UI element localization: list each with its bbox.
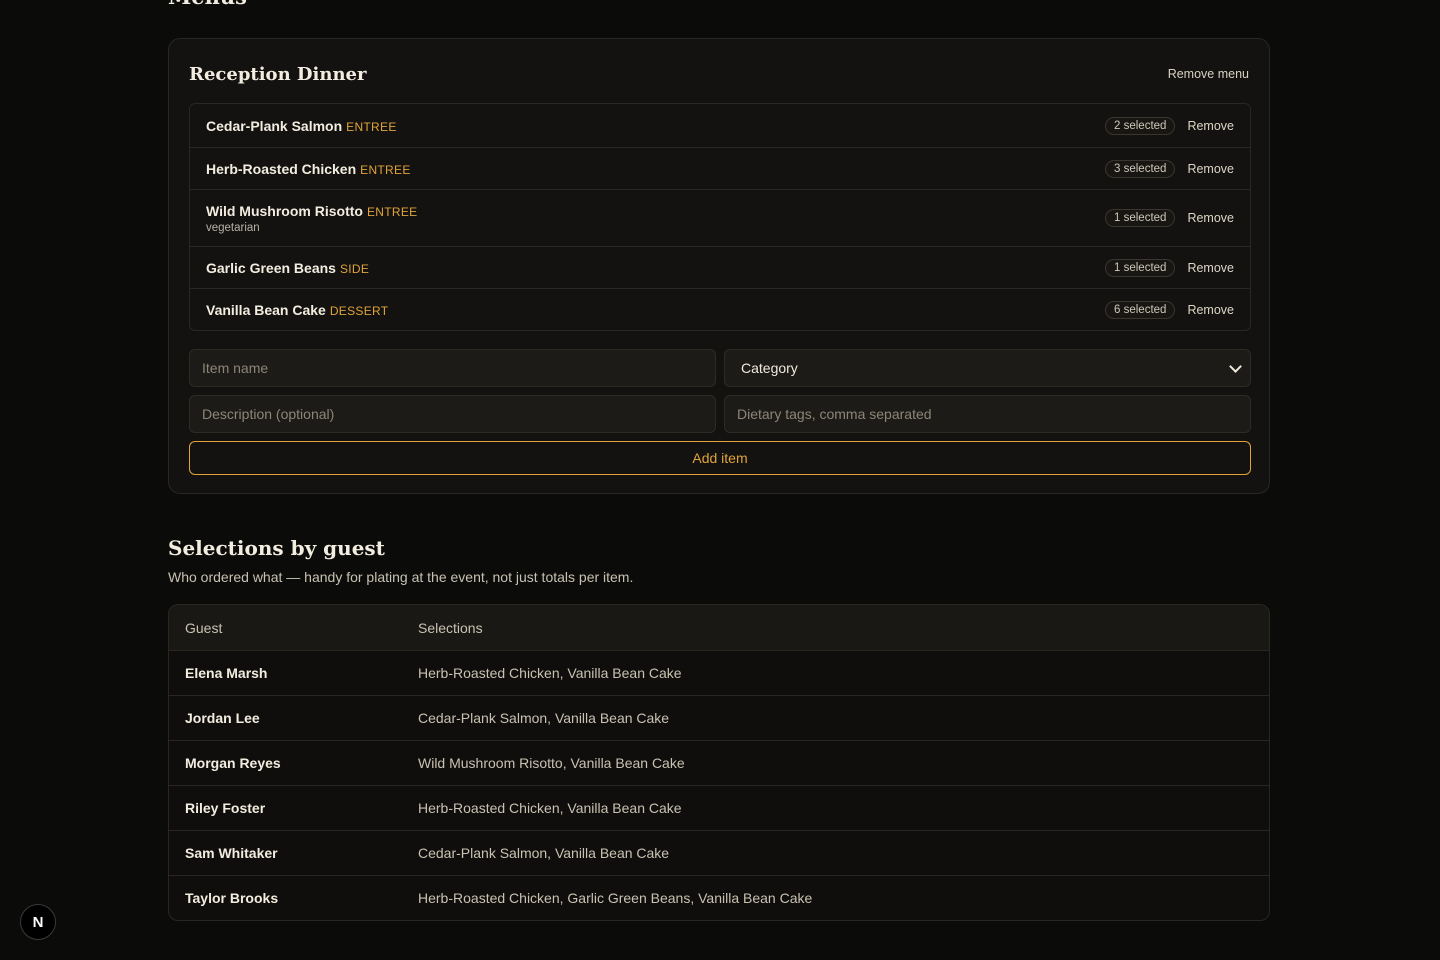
menu-item-category: ENTREE — [346, 119, 397, 134]
guest-selections: Herb-Roasted Chicken, Vanilla Bean Cake — [418, 665, 682, 681]
menus-section-title: Menus — [168, 0, 247, 9]
description-input[interactable] — [189, 395, 716, 433]
menu-header: Reception Dinner Remove menu — [189, 61, 1249, 87]
menu-item-info: Vanilla Bean Cake DESSERT — [206, 302, 388, 318]
menu-item-row: Cedar-Plank Salmon ENTREE 2 selected Rem… — [190, 104, 1250, 147]
menu-item-name: Cedar-Plank Salmon — [206, 117, 343, 134]
menu-item-row: Garlic Green Beans SIDE 1 selected Remov… — [190, 246, 1250, 288]
menu-item-category: DESSERT — [329, 303, 389, 318]
selections-subtitle: Who ordered what — handy for plating at … — [168, 569, 634, 585]
menu-items-list: Cedar-Plank Salmon ENTREE 2 selected Rem… — [189, 103, 1251, 331]
menu-item-name: Vanilla Bean Cake — [206, 301, 326, 318]
table-row: Sam Whitaker Cedar-Plank Salmon, Vanilla… — [169, 831, 1269, 876]
remove-item-button[interactable]: Remove — [1187, 162, 1234, 176]
guest-name: Morgan Reyes — [185, 755, 281, 771]
guest-selections: Herb-Roasted Chicken, Vanilla Bean Cake — [418, 800, 682, 816]
table-row: Riley Foster Herb-Roasted Chicken, Vanil… — [169, 786, 1269, 831]
guest-name: Riley Foster — [185, 800, 266, 816]
selections-table: Guest Selections Elena Marsh Herb-Roaste… — [168, 604, 1270, 921]
n-logo-icon: N — [32, 913, 44, 931]
menu-item-info: Cedar-Plank Salmon ENTREE — [206, 118, 397, 134]
selections-title: Selections by guest — [168, 536, 385, 560]
table-header: Guest Selections — [169, 605, 1269, 651]
chevron-down-icon — [1229, 359, 1242, 373]
guest-selections: Herb-Roasted Chicken, Garlic Green Beans… — [418, 890, 813, 906]
menu-item-dietary-tag: vegetarian — [206, 221, 260, 234]
selected-count-badge: 2 selected — [1105, 116, 1176, 135]
guest-selections: Cedar-Plank Salmon, Vanilla Bean Cake — [418, 710, 670, 726]
table-row: Taylor Brooks Herb-Roasted Chicken, Garl… — [169, 876, 1269, 920]
menu-item-row: Herb-Roasted Chicken ENTREE 3 selected R… — [190, 147, 1250, 189]
menu-item-info: Herb-Roasted Chicken ENTREE — [206, 161, 411, 177]
category-select-value: Category — [741, 360, 798, 376]
guest-name: Sam Whitaker — [185, 845, 278, 861]
table-row: Jordan Lee Cedar-Plank Salmon, Vanilla B… — [169, 696, 1269, 741]
table-row: Elena Marsh Herb-Roasted Chicken, Vanill… — [169, 651, 1269, 696]
add-item-button[interactable]: Add item — [189, 441, 1251, 475]
guest-name: Taylor Brooks — [185, 890, 279, 906]
dev-tools-badge[interactable]: N — [20, 904, 56, 940]
column-header-guest: Guest — [185, 619, 223, 636]
column-header-selections: Selections — [418, 619, 483, 636]
menu-item-row: Wild Mushroom Risotto ENTREE vegetarian … — [190, 189, 1250, 246]
remove-item-button[interactable]: Remove — [1187, 119, 1234, 133]
guest-selections: Wild Mushroom Risotto, Vanilla Bean Cake — [418, 755, 685, 771]
menu-item-category: SIDE — [339, 261, 370, 276]
item-name-input[interactable] — [189, 349, 716, 387]
page: Menus Reception Dinner Remove menu Cedar… — [0, 0, 1440, 960]
menu-item-info: Garlic Green Beans SIDE — [206, 260, 369, 276]
menu-item-info: Wild Mushroom Risotto ENTREE vegetarian — [206, 203, 417, 234]
remove-item-button[interactable]: Remove — [1187, 211, 1234, 225]
selected-count-badge: 1 selected — [1105, 258, 1176, 277]
selected-count-badge: 6 selected — [1105, 300, 1176, 319]
menu-item-name: Garlic Green Beans — [206, 259, 336, 276]
menu-item-name: Herb-Roasted Chicken — [206, 160, 357, 177]
dietary-tags-input[interactable] — [724, 395, 1251, 433]
table-row: Morgan Reyes Wild Mushroom Risotto, Vani… — [169, 741, 1269, 786]
menu-item-category: ENTREE — [360, 162, 411, 177]
guest-name: Elena Marsh — [185, 665, 268, 681]
menu-item-category: ENTREE — [366, 204, 418, 219]
menu-card: Reception Dinner Remove menu Cedar-Plank… — [168, 38, 1270, 494]
remove-menu-button[interactable]: Remove menu — [1168, 67, 1249, 81]
guest-selections: Cedar-Plank Salmon, Vanilla Bean Cake — [418, 845, 670, 861]
menu-item-row: Vanilla Bean Cake DESSERT 6 selected Rem… — [190, 288, 1250, 330]
guest-name: Jordan Lee — [185, 710, 260, 726]
selected-count-badge: 1 selected — [1105, 209, 1176, 227]
menu-item-name: Wild Mushroom Risotto — [206, 202, 363, 219]
remove-item-button[interactable]: Remove — [1187, 261, 1234, 275]
menu-title: Reception Dinner — [189, 63, 367, 85]
remove-item-button[interactable]: Remove — [1187, 303, 1234, 317]
category-select[interactable]: Category — [724, 349, 1251, 387]
selected-count-badge: 3 selected — [1105, 159, 1176, 178]
